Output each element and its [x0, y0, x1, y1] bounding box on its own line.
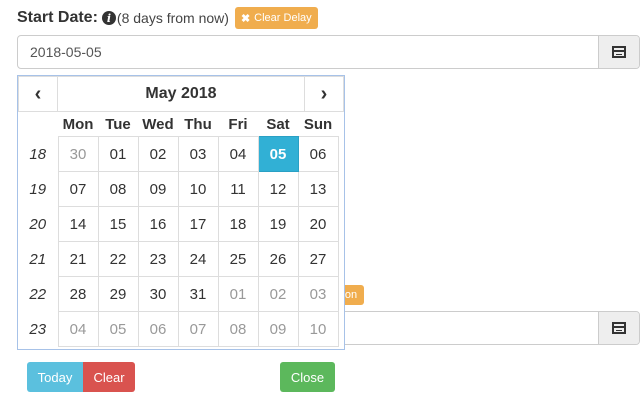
weekday-header: Sun: [303, 115, 333, 133]
calendar-day[interactable]: 31: [177, 276, 219, 312]
weekday-header: Wed: [142, 115, 174, 133]
prev-month-button[interactable]: ‹: [18, 76, 58, 112]
calendar-day[interactable]: 14: [57, 206, 99, 242]
calendar-day[interactable]: 03: [297, 276, 339, 312]
week-number: 19: [29, 180, 47, 198]
calendar-day[interactable]: 05: [97, 311, 139, 347]
calendar-day[interactable]: 30: [57, 136, 99, 172]
calendar-week-row: 20 14 15 16 17 18 19 20: [18, 206, 339, 242]
calendar-day[interactable]: 25: [217, 241, 259, 277]
datepicker-popup: ‹ May 2018 › Mon Tue Wed Thu Fri Sat Sun 18 30 0…: [17, 75, 345, 350]
calendar-week-row: 22 28 29 30 31 01 02 03: [18, 276, 339, 312]
calendar-day[interactable]: 30: [137, 276, 179, 312]
calendar-grid: Mon Tue Wed Thu Fri Sat Sun 18 30 01 02 03 04 05 06 19…: [18, 112, 339, 347]
calendar-week-row: 19 07 08 09 10 11 12 13: [18, 171, 339, 207]
week-number: 18: [29, 145, 47, 163]
calendar-day[interactable]: 06: [137, 311, 179, 347]
calendar-day[interactable]: 08: [97, 171, 139, 207]
calendar-day[interactable]: 07: [177, 311, 219, 347]
calendar-day[interactable]: 13: [297, 171, 339, 207]
start-date-calendar-button[interactable]: [598, 36, 639, 68]
today-button[interactable]: Today: [27, 362, 83, 392]
calendar-day[interactable]: 27: [297, 241, 339, 277]
calendar-day[interactable]: 21: [57, 241, 99, 277]
calendar-day[interactable]: 04: [217, 136, 259, 172]
calendar-icon: [612, 322, 626, 334]
clear-button[interactable]: Clear: [83, 362, 135, 392]
calendar-day[interactable]: 03: [177, 136, 219, 172]
next-month-button[interactable]: ›: [304, 76, 344, 112]
calendar-day[interactable]: 04: [57, 311, 99, 347]
weekday-header-row: Mon Tue Wed Thu Fri Sat Sun: [18, 112, 338, 137]
calendar-day[interactable]: 23: [137, 241, 179, 277]
calendar-day[interactable]: 09: [137, 171, 179, 207]
start-date-label: Start Date:: [17, 9, 98, 26]
calendar-day[interactable]: 26: [257, 241, 299, 277]
calendar-icon: [612, 46, 626, 58]
week-number: 20: [29, 215, 47, 233]
calendar-day[interactable]: 16: [137, 206, 179, 242]
calendar-day[interactable]: 06: [297, 136, 339, 172]
calendar-day[interactable]: 10: [177, 171, 219, 207]
info-icon[interactable]: i: [101, 11, 116, 25]
calendar-day[interactable]: 09: [257, 311, 299, 347]
month-title[interactable]: May 2018: [58, 76, 304, 112]
calendar-day[interactable]: 19: [257, 206, 299, 242]
calendar-day[interactable]: 20: [297, 206, 339, 242]
calendar-day-selected[interactable]: 05: [257, 136, 299, 172]
weekday-header: Thu: [184, 115, 212, 133]
clear-delay-label: Clear Delay: [254, 12, 312, 24]
start-date-input[interactable]: [18, 36, 598, 68]
start-date-input-group: [17, 35, 640, 69]
week-number: 21: [29, 250, 47, 268]
calendar-day[interactable]: 22: [97, 241, 139, 277]
calendar-day[interactable]: 07: [57, 171, 99, 207]
datepicker-header: ‹ May 2018 ›: [18, 76, 344, 114]
calendar-week-row: 23 04 05 06 07 08 09 10: [18, 311, 339, 347]
calendar-week-row: 21 21 22 23 24 25 26 27: [18, 241, 339, 277]
calendar-day[interactable]: 02: [257, 276, 299, 312]
weekday-header: Fri: [228, 115, 248, 133]
weekday-header: Mon: [62, 115, 94, 133]
calendar-day[interactable]: 29: [97, 276, 139, 312]
weekday-header: Tue: [105, 115, 131, 133]
close-button[interactable]: Close: [280, 362, 335, 392]
calendar-day[interactable]: 01: [97, 136, 139, 172]
calendar-day[interactable]: 01: [217, 276, 259, 312]
calendar-day[interactable]: 11: [217, 171, 259, 207]
week-number: 23: [29, 320, 47, 338]
calendar-day[interactable]: 17: [177, 206, 219, 242]
second-date-calendar-button[interactable]: [598, 312, 639, 344]
times-icon: ✖: [240, 12, 251, 25]
chevron-right-icon: ›: [320, 82, 328, 105]
chevron-left-icon: ‹: [34, 82, 42, 105]
calendar-day[interactable]: 18: [217, 206, 259, 242]
clear-delay-button[interactable]: ✖ Clear Delay: [234, 7, 318, 29]
calendar-day[interactable]: 28: [57, 276, 99, 312]
calendar-day[interactable]: 08: [217, 311, 259, 347]
calendar-day[interactable]: 12: [257, 171, 299, 207]
days-from-now-note: (8 days from now): [116, 10, 229, 26]
start-date-label-row: Start Date: i (8 days from now) ✖ Clear …: [17, 6, 318, 30]
calendar-day[interactable]: 24: [177, 241, 219, 277]
week-number: 22: [29, 285, 47, 303]
calendar-day[interactable]: 10: [297, 311, 339, 347]
calendar-day[interactable]: 15: [97, 206, 139, 242]
weekday-header: Sat: [266, 115, 290, 133]
calendar-day[interactable]: 02: [137, 136, 179, 172]
calendar-week-row: 18 30 01 02 03 04 05 06: [18, 136, 339, 172]
week-number-header: [18, 112, 58, 137]
